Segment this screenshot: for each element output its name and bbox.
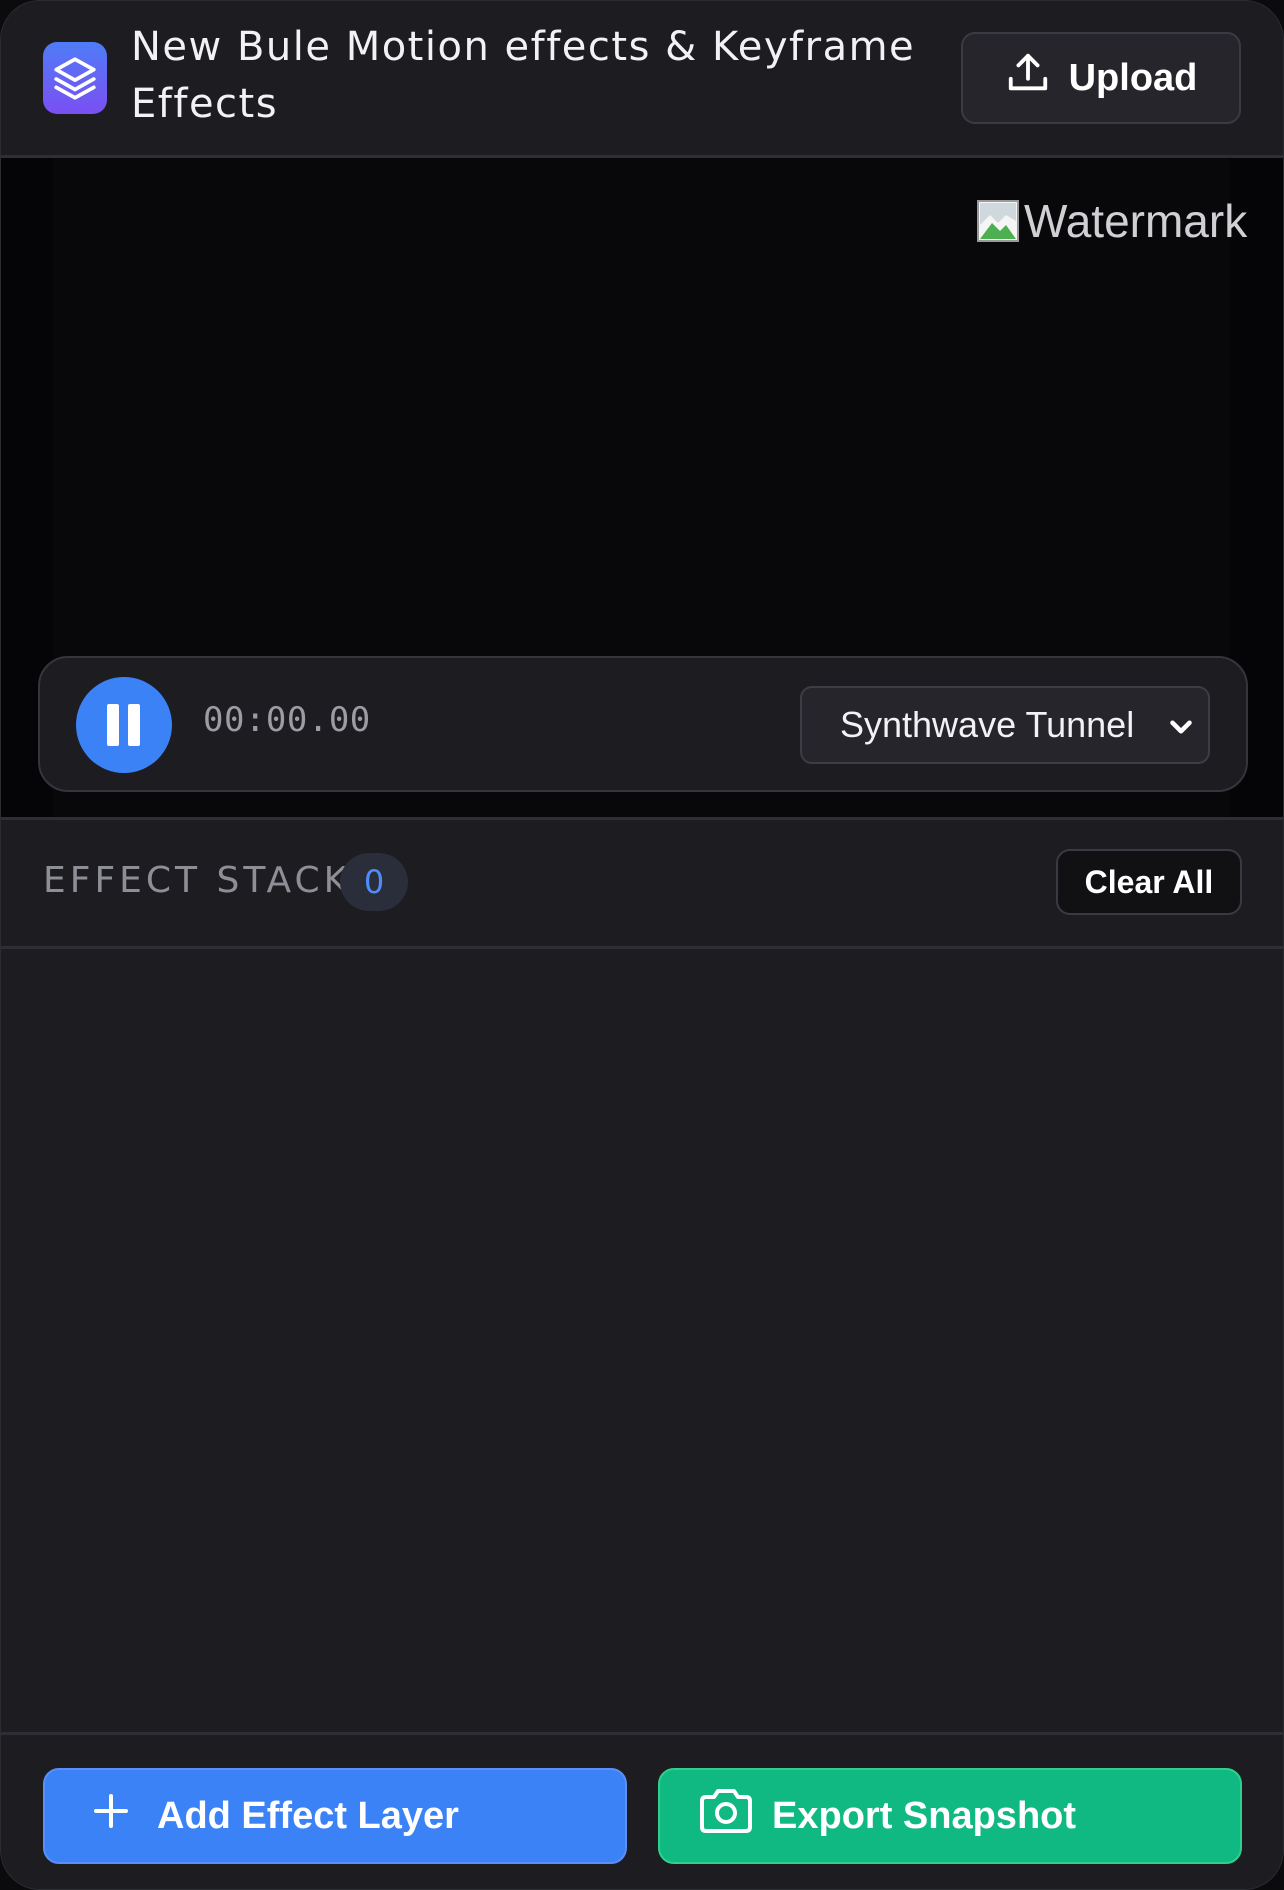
layers-icon: [43, 42, 107, 114]
timecode-display: 00:00.00: [203, 700, 371, 740]
upload-label: Upload: [1068, 56, 1198, 99]
preset-select[interactable]: Synthwave Tunnel: [800, 686, 1210, 764]
camera-icon: [698, 1786, 754, 1846]
preset-selected-value: Synthwave Tunnel: [840, 704, 1135, 745]
watermark-alt-text: Watermark: [1024, 195, 1248, 247]
effect-count-badge: 0: [340, 853, 408, 911]
export-snapshot-label: Export Snapshot: [772, 1794, 1077, 1837]
video-preview: Watermark 00:00.00 Synthwave Tunnel: [1, 158, 1283, 820]
add-effect-layer-button[interactable]: Add Effect Layer: [43, 1768, 627, 1864]
app-header: New Bule Motion effects & Keyframe Effec…: [1, 1, 1283, 158]
upload-button[interactable]: Upload: [961, 32, 1241, 124]
app-window: New Bule Motion effects & Keyframe Effec…: [0, 0, 1284, 1890]
pause-icon: [107, 704, 140, 746]
plus-icon: [91, 1791, 131, 1841]
footer-actions: Add Effect Layer Export Snapshot: [1, 1732, 1283, 1889]
app-title: New Bule Motion effects & Keyframe Effec…: [131, 24, 916, 127]
clear-all-button[interactable]: Clear All: [1056, 849, 1242, 915]
pause-button[interactable]: [76, 677, 172, 773]
upload-icon: [1005, 50, 1051, 106]
effect-stack-title: EFFECT STACK: [43, 860, 352, 901]
add-effect-layer-label: Add Effect Layer: [157, 1794, 459, 1837]
effect-stack-list: [1, 949, 1283, 1732]
effect-stack-header: EFFECT STACK 0 Clear All: [1, 820, 1283, 949]
broken-image-icon: [976, 199, 1020, 243]
playback-controls: 00:00.00 Synthwave Tunnel: [38, 656, 1248, 792]
watermark-image: Watermark: [976, 194, 1247, 248]
chevron-down-icon: [1164, 710, 1198, 753]
export-snapshot-button[interactable]: Export Snapshot: [658, 1768, 1242, 1864]
